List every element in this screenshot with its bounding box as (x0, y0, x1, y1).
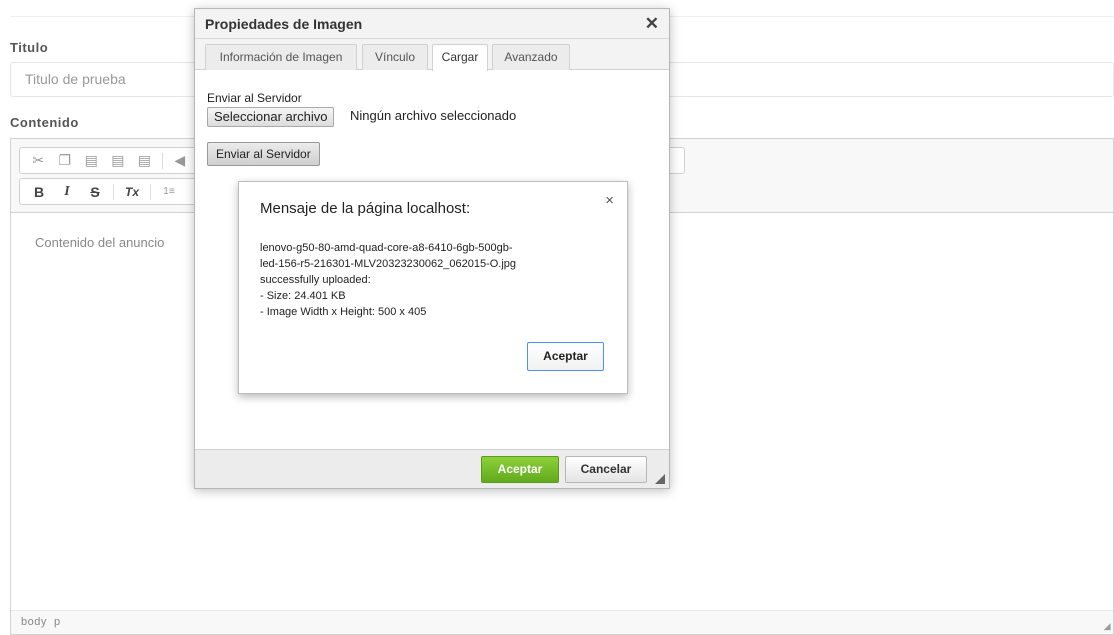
undo-icon[interactable]: ◀ (168, 150, 193, 172)
alert-message-line: - Size: 24.401 KB (260, 290, 346, 302)
dialog-tabs: Información de Imagen Vínculo Cargar Ava… (195, 39, 669, 71)
choose-file-button[interactable]: Seleccionar archivo (207, 107, 335, 127)
alert-message-line: lenovo-g50-80-amd-quad-core-a8-6410-6gb-… (260, 242, 513, 254)
strikethrough-button[interactable]: S (82, 181, 108, 203)
bold-button[interactable]: B (26, 181, 52, 203)
close-icon[interactable]: ✕ (645, 15, 659, 32)
copy-icon[interactable]: ❐ (53, 150, 78, 172)
alert-message-line: successfully uploaded: (260, 274, 371, 286)
italic-button[interactable]: I (54, 181, 80, 203)
browser-alert-dialog: Mensaje de la página localhost: × lenovo… (238, 181, 628, 394)
numbered-list-button[interactable]: 1≡ (156, 181, 182, 203)
alert-ok-button[interactable]: Aceptar (527, 342, 604, 371)
tab-advanced[interactable]: Avanzado (492, 44, 570, 70)
title-label: Titulo (10, 40, 49, 55)
alert-message-line: led-156-r5-216301-MLV20323230062_062015-… (260, 258, 517, 270)
content-label: Contenido (10, 115, 79, 130)
cut-icon[interactable]: ✂ (26, 150, 51, 172)
element-path-bar: body p ◢ (11, 610, 1113, 634)
upload-label: Enviar al Servidor (207, 91, 302, 105)
alert-message-line: - Image Width x Height: 500 x 405 (260, 306, 427, 318)
paste-text-icon[interactable]: ▤ (106, 150, 131, 172)
toolbar-separator (161, 152, 163, 169)
file-status: Ningún archivo seleccionado (350, 108, 517, 123)
resize-grip-icon[interactable]: ◢ (1104, 621, 1111, 632)
tab-upload[interactable]: Cargar (432, 44, 488, 71)
tab-link[interactable]: Vínculo (362, 44, 428, 70)
alert-message: lenovo-g50-80-amd-quad-core-a8-6410-6gb-… (260, 240, 610, 320)
send-to-server-button[interactable]: Enviar al Servidor (207, 142, 320, 166)
dialog-footer: Aceptar Cancelar (195, 449, 669, 488)
resize-grip-icon[interactable] (655, 474, 665, 484)
clear-format-button[interactable]: Tx (119, 181, 145, 203)
alert-title: Mensaje de la página localhost: (260, 200, 471, 217)
format-toolbar-group: B I S Tx 1≡ (19, 178, 199, 205)
cancel-button[interactable]: Cancelar (565, 456, 647, 483)
paste-word-icon[interactable]: ▤ (132, 150, 157, 172)
paste-icon[interactable]: ▤ (79, 150, 104, 172)
clipboard-toolbar-group: ✂ ❐ ▤ ▤ ▤ ◀ (19, 147, 199, 174)
close-icon[interactable]: × (605, 192, 614, 209)
editor-content[interactable]: Contenido del anuncio (35, 235, 164, 250)
ok-button[interactable]: Aceptar (481, 456, 559, 483)
dialog-title: Propiedades de Imagen (205, 16, 363, 32)
toolbar-separator (150, 183, 151, 200)
toolbar-separator (113, 183, 114, 200)
dialog-title-bar[interactable]: Propiedades de Imagen ✕ (195, 9, 669, 39)
element-path[interactable]: body p (21, 616, 61, 628)
tab-image-info[interactable]: Información de Imagen (205, 44, 357, 70)
